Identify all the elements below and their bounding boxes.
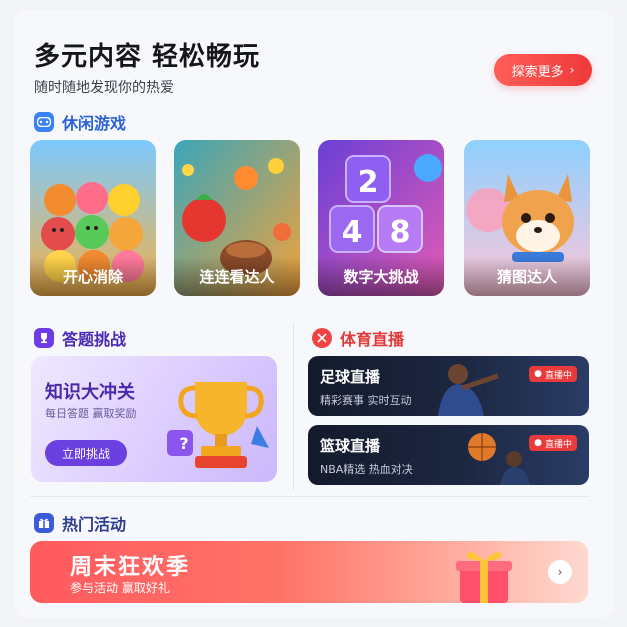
game-label: 猜图达人 [464, 256, 590, 296]
section-quiz: 答题挑战 [34, 326, 126, 350]
section-title: 热门活动 [62, 515, 127, 534]
live-badge: ● 直播中 [529, 366, 577, 382]
section-casual-games: 休闲游戏 [34, 110, 126, 134]
section-hot-events: 热门活动 [34, 511, 126, 535]
live-badge-label: 直播中 [544, 370, 572, 381]
digit-tile: 2 [358, 165, 379, 200]
explore-more-button[interactable]: 探索更多 › [494, 54, 592, 86]
start-challenge-button[interactable]: 立即挑战 [45, 440, 127, 466]
section-title: 答题挑战 [62, 330, 127, 349]
gift-box-illustration-icon [456, 552, 512, 603]
game-label: 数字大挑战 [318, 256, 444, 296]
section-divider [30, 496, 590, 497]
game-card-happy-match[interactable]: 开心消除 [30, 140, 156, 296]
weekend-carnival-banner[interactable]: 周末狂欢季 参与活动 赢取好礼 › [30, 541, 588, 603]
banner-title: 周末狂欢季 [70, 555, 191, 580]
sports-card-football[interactable]: 足球直播 精彩赛事 实时互动 ● 直播中 [308, 356, 589, 416]
basketball-player-icon [468, 433, 530, 485]
sports-subtitle: NBA精选 热血对决 [320, 463, 413, 476]
quiz-card[interactable]: 知识大冲关 每日答题 赢取奖励 立即挑战 ? [31, 356, 277, 482]
gamepad-icon [34, 112, 54, 132]
game-card-guess-picture[interactable]: 猜图达人 [464, 140, 590, 296]
game-card-link-master[interactable]: 连连看达人 [174, 140, 300, 296]
game-label: 连连看达人 [174, 256, 300, 296]
digit-tile: 4 [342, 215, 363, 250]
trophy-icon [34, 328, 54, 348]
chevron-right-icon[interactable]: › [548, 560, 572, 584]
question-mark-icon: ? [179, 434, 189, 453]
live-badge-label: 直播中 [544, 439, 572, 450]
trophy-illustration-icon [167, 382, 269, 468]
section-title: 体育直播 [340, 330, 405, 349]
quiz-subtitle: 每日答题 赢取奖励 [45, 407, 137, 420]
section-sports-live: 体育直播 [312, 326, 404, 350]
live-dot-icon: ● [534, 369, 542, 379]
explore-more-label: 探索更多 [511, 64, 564, 80]
game-label: 开心消除 [30, 256, 156, 296]
page-title: 多元内容 轻松畅玩 [34, 42, 261, 72]
sports-title: 篮球直播 [320, 437, 381, 455]
sports-card-basketball[interactable]: 篮球直播 NBA精选 热血对决 ● 直播中 [308, 425, 589, 485]
quiz-title: 知识大冲关 [45, 382, 135, 403]
sports-title: 足球直播 [320, 368, 381, 386]
football-player-icon [438, 364, 499, 416]
chevron-right-icon: › [569, 63, 575, 77]
page-subtitle: 随时随地发现你的热爱 [34, 80, 174, 96]
sports-subtitle: 精彩赛事 实时互动 [320, 394, 412, 407]
game-card-number-challenge[interactable]: 2 4 8 数字大挑战 [318, 140, 444, 296]
live-badge: ● 直播中 [529, 435, 577, 451]
banner-subtitle: 参与活动 赢取好礼 [70, 581, 170, 595]
section-divider [293, 322, 294, 490]
live-icon [312, 328, 332, 348]
live-dot-icon: ● [534, 438, 542, 448]
gift-icon [34, 513, 54, 533]
section-title: 休闲游戏 [62, 114, 127, 133]
digit-tile: 8 [390, 215, 411, 250]
